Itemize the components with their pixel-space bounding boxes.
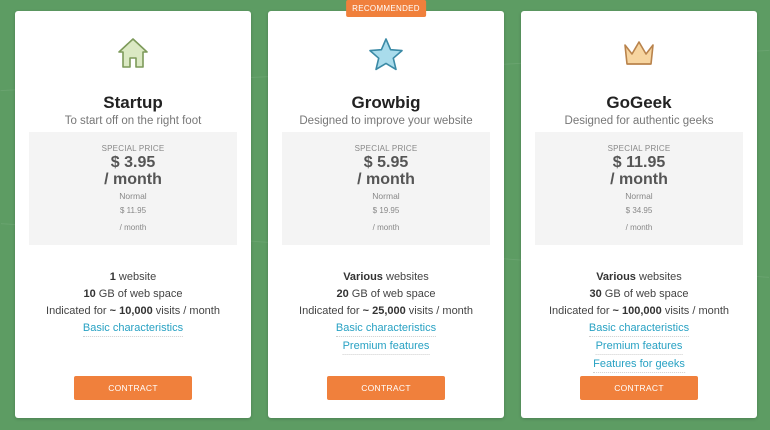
feature-websites: Various websites [343,271,429,283]
normal-label: Normal [119,191,147,201]
normal-label: Normal [372,191,400,201]
plan-card-growbig: RECOMMENDED Growbig Designed to improve … [268,0,504,418]
normal-price: $ 11.95 [119,206,147,215]
plan-card-startup: Startup To start off on the right foot S… [15,11,251,418]
feature-websites: 1 website [109,271,157,283]
star-icon [268,36,504,76]
price-period: / month [104,171,162,188]
normal-period: / month [372,223,400,232]
normal-period: / month [119,223,147,232]
price-amount: $ 5.95 [363,154,409,171]
feature-visits: Indicated for ~ 100,000 visits / month [548,305,730,317]
basic-characteristics-link[interactable]: Basic characteristics [82,322,184,337]
normal-label: Normal [625,191,653,201]
price: $ 5.95 / month [282,154,490,188]
price-box: SPECIAL PRICE $ 3.95 / month Normal $ 11… [29,132,237,245]
price-box: SPECIAL PRICE $ 5.95 / month Normal $ 19… [282,132,490,245]
house-icon [15,36,251,76]
normal-period: / month [625,223,653,232]
contract-button[interactable]: CONTRACT [327,376,445,400]
price: $ 3.95 / month [29,154,237,188]
features-for-geeks-link[interactable]: Features for geeks [593,358,685,373]
feature-storage: 10 GB of web space [83,288,183,300]
plan-tagline: To start off on the right foot [64,115,202,127]
feature-storage: 20 GB of web space [336,288,436,300]
premium-features-link[interactable]: Premium features [342,340,430,355]
feature-storage: 30 GB of web space [589,288,689,300]
recommended-badge: RECOMMENDED [346,0,426,17]
price-period: / month [610,171,668,188]
crown-icon [521,36,757,76]
plan-card-gogeek: GoGeek Designed for authentic geeks SPEC… [521,11,757,418]
normal-price: $ 19.95 [372,206,400,215]
premium-features-link[interactable]: Premium features [595,340,683,355]
basic-characteristics-link[interactable]: Basic characteristics [335,322,437,337]
price: $ 11.95 / month [535,154,743,188]
price-box: SPECIAL PRICE $ 11.95 / month Normal $ 3… [535,132,743,245]
price-period: / month [357,171,415,188]
plan-name: GoGeek [606,93,672,112]
contract-button[interactable]: CONTRACT [580,376,698,400]
plan-name: Startup [103,93,163,112]
price-amount: $ 3.95 [110,154,156,171]
basic-characteristics-link[interactable]: Basic characteristics [588,322,690,337]
normal-price: $ 34.95 [625,206,653,215]
contract-button[interactable]: CONTRACT [74,376,192,400]
special-price-label: SPECIAL PRICE [101,144,165,153]
plan-name: Growbig [351,93,421,112]
price-amount: $ 11.95 [612,154,666,171]
feature-visits: Indicated for ~ 10,000 visits / month [46,305,220,317]
feature-websites: Various websites [596,271,682,283]
feature-visits: Indicated for ~ 25,000 visits / month [299,305,473,317]
plan-tagline: Designed to improve your website [299,115,473,127]
special-price-label: SPECIAL PRICE [607,144,671,153]
plan-tagline: Designed for authentic geeks [564,115,714,127]
special-price-label: SPECIAL PRICE [354,144,418,153]
